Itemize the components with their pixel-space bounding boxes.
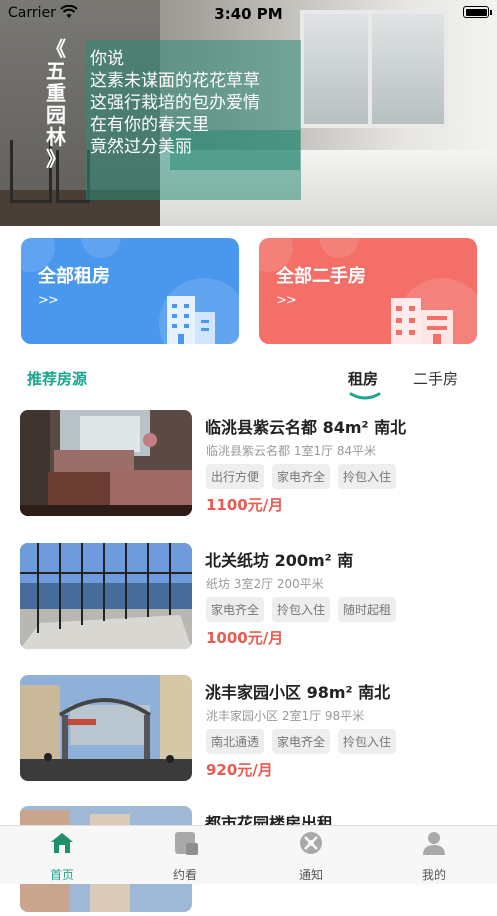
brand-char: 园	[46, 103, 66, 127]
listing-subtitle: 纸坊 3室2厅 200平米	[206, 577, 324, 591]
card-title: 全部二手房	[276, 266, 366, 287]
poem-line: 你说	[90, 49, 124, 69]
building-icon	[391, 298, 453, 344]
listing-card[interactable]: 临洮县紫云名都 84m² 南北 临洮县紫云名都 1室1厅 84平米 出行方便 家…	[0, 410, 497, 520]
brand-vertical-title: 《 五 重 园 林 》	[42, 37, 70, 170]
hero-poem: 你说 这素未谋面的花花草草 这强行栽培的包办爱情 在有你的春天里 竟然过分美丽	[90, 48, 260, 158]
listing-title: 临洮县紫云名都 84m² 南北	[205, 418, 407, 437]
listing-photo	[20, 675, 192, 781]
hero-window	[300, 10, 448, 128]
card-decor	[81, 238, 121, 258]
poem-line: 竟然过分美丽	[90, 137, 192, 157]
building-icon	[167, 296, 215, 344]
all-rentals-card[interactable]: 全部租房 >>	[21, 238, 239, 344]
battery-nub	[490, 10, 492, 15]
listing-title: 洮丰家园小区 98m² 南北	[205, 683, 391, 702]
all-second-hand-card[interactable]: 全部二手房 >>	[259, 238, 477, 344]
tabbar-label: 首页	[49, 868, 74, 882]
listing-title: 北关纸坊 200m² 南	[205, 551, 354, 570]
status-bar: Carrier 3:40 PM	[0, 0, 497, 26]
listing-photo	[20, 410, 192, 516]
tabbar-item-home[interactable]: 首页	[22, 826, 102, 884]
listing-tag: 南北通透	[206, 729, 265, 754]
brand-char: 《	[46, 37, 66, 61]
tabbar-item-notification[interactable]: 通知	[271, 826, 351, 884]
tab-rent[interactable]: 租房	[348, 368, 378, 389]
card-decor	[319, 238, 359, 258]
listing-tags: 南北通透 家电齐全 拎包入住	[206, 729, 397, 754]
poem-line: 在有你的春天里	[90, 115, 209, 135]
card-arrows: >>	[276, 293, 297, 308]
listing-tag: 出行方便	[206, 464, 265, 489]
listing-tag: 家电齐全	[272, 729, 331, 754]
notification-icon	[300, 832, 322, 854]
listing-tags: 家电齐全 拎包入住 随时起租	[206, 597, 397, 622]
listing-subtitle: 洮丰家园小区 2室1厅 98平米	[206, 709, 365, 723]
profile-icon	[423, 832, 445, 855]
bottom-tab-bar: 首页 约看 通知 我的	[0, 825, 497, 884]
listing-price: 920元/月	[206, 761, 273, 779]
tabbar-item-appointment[interactable]: 约看	[145, 826, 225, 884]
tabbar-label: 我的	[421, 868, 446, 882]
listing-price: 1100元/月	[206, 496, 284, 514]
clock: 3:40 PM	[214, 5, 283, 23]
tab-second-hand[interactable]: 二手房	[413, 368, 458, 389]
listing-tag: 拎包入住	[338, 729, 397, 754]
listing-tags: 出行方便 家电齐全 拎包入住	[206, 464, 397, 489]
home-icon	[51, 833, 73, 853]
listing-tag: 随时起租	[338, 597, 397, 622]
listing-photo	[20, 543, 192, 649]
tabbar-label: 通知	[298, 868, 323, 882]
hero-banner[interactable]: 《 五 重 园 林 》 你说 这素未谋面的花花草草 这强行栽培的包办爱情 在有你…	[0, 0, 497, 226]
recommended-title: 推荐房源	[27, 370, 88, 388]
listing-tag: 家电齐全	[206, 597, 265, 622]
listing-tag: 拎包入住	[272, 597, 331, 622]
listing-price: 1000元/月	[206, 629, 284, 647]
battery-icon	[463, 6, 489, 18]
brand-char: 重	[46, 81, 66, 105]
tabbar-item-profile[interactable]: 我的	[394, 826, 474, 884]
listing-tag: 拎包入住	[338, 464, 397, 489]
poem-line: 这强行栽培的包办爱情	[90, 93, 260, 113]
brand-char: 》	[46, 147, 66, 171]
listing-card[interactable]: 北关纸坊 200m² 南 纸坊 3室2厅 200平米 家电齐全 拎包入住 随时起…	[0, 543, 497, 653]
active-tab-indicator	[349, 392, 381, 400]
brand-char: 五	[46, 59, 66, 83]
brand-char: 林	[46, 125, 66, 149]
poem-line: 这素未谋面的花花草草	[90, 71, 260, 91]
card-arrows: >>	[38, 293, 59, 308]
card-title: 全部租房	[38, 266, 110, 287]
listing-card[interactable]: 洮丰家园小区 98m² 南北 洮丰家园小区 2室1厅 98平米 南北通透 家电齐…	[0, 675, 497, 785]
listing-subtitle: 临洮县紫云名都 1室1厅 84平米	[206, 444, 377, 458]
appointment-icon	[175, 832, 198, 855]
listing-tag: 家电齐全	[272, 464, 331, 489]
tabbar-label: 约看	[172, 868, 197, 882]
